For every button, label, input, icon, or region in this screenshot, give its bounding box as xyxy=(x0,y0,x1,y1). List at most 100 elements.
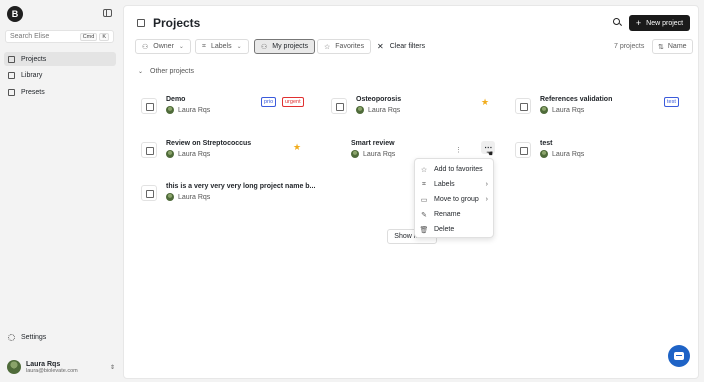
menu-item-label: Delete xyxy=(434,226,455,233)
sidebar-item-library[interactable]: Library xyxy=(4,68,116,82)
user-name: Laura Rqs xyxy=(26,360,61,368)
projects-icon xyxy=(8,55,15,63)
projects-title-icon xyxy=(137,19,145,27)
sidebar-item-label: Presets xyxy=(21,88,45,96)
sidebar-item-projects[interactable]: Projects xyxy=(4,52,116,66)
plus-icon: + xyxy=(635,18,642,28)
project-name: this is a very very very long project na… xyxy=(166,183,316,190)
project-owner: Laura Rqs xyxy=(540,106,584,114)
project-card[interactable]: this is a very very very long project na… xyxy=(141,181,315,207)
label-badge: urgent xyxy=(282,97,304,107)
main-panel: Projects + New project ⚇ Owner ⌄ ⌗ Label… xyxy=(123,5,699,379)
menu-item-label: Rename xyxy=(434,211,461,218)
star-outline-icon: ☆ xyxy=(324,43,331,51)
project-owner: Laura Rqs xyxy=(351,150,395,158)
project-name: Smart review xyxy=(351,140,395,147)
project-owner: Laura Rqs xyxy=(166,106,210,114)
favorites-filter-label: Favorites xyxy=(335,43,365,50)
chevron-updown-icon: ⇕ xyxy=(109,364,115,371)
new-project-label: New project xyxy=(646,19,684,27)
project-icon xyxy=(141,98,157,114)
project-icon xyxy=(515,142,531,158)
search-icon[interactable] xyxy=(613,18,623,27)
project-owner: Laura Rqs xyxy=(540,150,584,158)
my-projects-filter-label: My projects xyxy=(272,43,309,50)
menu-item-label: Add to favorites xyxy=(434,166,483,173)
project-count: 7 projects xyxy=(614,43,645,50)
menu-item-labels[interactable]: ⌗ Labels › xyxy=(419,178,491,191)
project-name: Osteoporosis xyxy=(356,96,402,103)
avatar xyxy=(351,150,359,158)
menu-item-label: Move to group xyxy=(434,196,479,203)
sidebar-item-presets[interactable]: Presets xyxy=(4,85,116,99)
sidebar-item-label: Projects xyxy=(21,55,47,63)
project-card[interactable]: test Laura Rqs xyxy=(515,138,685,164)
chevron-down-icon: ⌄ xyxy=(178,44,184,50)
project-card[interactable]: Review on Streptococcus Laura Rqs ★ xyxy=(141,138,311,164)
star-icon: ☆ xyxy=(420,166,428,174)
gear-icon xyxy=(8,333,15,341)
project-name: References validation xyxy=(540,96,613,103)
user-icon: ⚇ xyxy=(142,43,149,51)
chat-support-button[interactable] xyxy=(668,345,690,367)
project-card[interactable]: Demo Laura Rqs prio urgent xyxy=(141,94,308,120)
library-icon xyxy=(8,71,15,79)
project-card[interactable]: References validation Laura Rqs test xyxy=(515,94,685,120)
project-card[interactable]: Osteoporosis Laura Rqs ★ xyxy=(331,94,501,120)
avatar xyxy=(356,106,364,114)
group-toggle[interactable]: ⌄ Other projects xyxy=(138,68,194,75)
project-icon xyxy=(331,98,347,114)
favorite-star-icon[interactable]: ★ xyxy=(481,97,489,108)
label-badge: prio xyxy=(261,97,277,107)
clear-filters-button[interactable]: ✕ Clear filters xyxy=(377,39,425,54)
pencil-icon: ✎ xyxy=(421,211,427,219)
menu-item-add-to-favorites[interactable]: ☆ Add to favorites xyxy=(419,163,491,176)
owner-filter-label: Owner xyxy=(153,43,174,50)
project-context-menu: ☆ Add to favorites ⌗ Labels › ▭ Move to … xyxy=(414,158,494,238)
page-title: Projects xyxy=(153,16,201,30)
labels-filter-label: Labels xyxy=(210,43,232,50)
sort-label: Name xyxy=(667,43,687,50)
close-icon: ✕ xyxy=(377,42,384,51)
project-owner: Laura Rqs xyxy=(166,150,210,158)
sidebar-item-label: Library xyxy=(21,71,43,79)
labels-filter[interactable]: ⌗ Labels ⌄ xyxy=(195,39,249,54)
presets-icon xyxy=(8,88,15,96)
avatar xyxy=(166,150,174,158)
label-badge: test xyxy=(664,97,679,107)
owner-filter[interactable]: ⚇ Owner ⌄ xyxy=(135,39,191,54)
user-email: laura@biolevate.com xyxy=(26,367,78,374)
shortcut-key-k: K xyxy=(99,32,109,41)
project-name: Demo xyxy=(166,96,186,103)
chat-icon xyxy=(674,352,684,360)
project-icon xyxy=(515,98,531,114)
mouse-cursor-icon: ☚ xyxy=(486,149,494,158)
sidebar-item-settings[interactable]: Settings xyxy=(4,331,46,343)
chevron-down-icon: ⌄ xyxy=(138,69,144,75)
menu-item-rename[interactable]: ✎ Rename xyxy=(419,208,491,221)
user-menu[interactable]: Laura Rqs laura@biolevate.com ⇕ xyxy=(7,358,115,376)
avatar xyxy=(166,106,174,114)
avatar xyxy=(166,193,174,201)
user-icon: ⚇ xyxy=(261,43,268,51)
new-project-button[interactable]: + New project xyxy=(629,15,690,31)
sidebar: B Search Elise Cmd K Projects Library Pr… xyxy=(0,0,122,382)
sort-button[interactable]: ⇅ Name xyxy=(652,39,693,54)
menu-item-delete[interactable]: 🗑 Delete xyxy=(419,223,491,236)
my-projects-filter[interactable]: ⚇ My projects xyxy=(254,39,316,54)
search-placeholder: Search Elise xyxy=(10,33,50,40)
menu-item-move-to-group[interactable]: ▭ Move to group › xyxy=(419,193,491,206)
favorites-filter[interactable]: ☆ Favorites xyxy=(317,39,372,54)
chevron-down-icon: ⌄ xyxy=(236,44,242,50)
project-owner: Laura Rqs xyxy=(356,106,400,114)
favorite-star-icon[interactable]: ★ xyxy=(293,142,301,153)
search-input[interactable]: Search Elise Cmd K xyxy=(5,30,114,43)
sidebar-collapse-icon[interactable] xyxy=(103,9,112,17)
app-logo[interactable]: B xyxy=(7,6,23,22)
chevron-right-icon: › xyxy=(485,196,488,203)
tag-icon: ⌗ xyxy=(422,180,426,188)
project-name: test xyxy=(540,140,553,147)
project-icon xyxy=(141,142,157,158)
menu-item-label: Labels xyxy=(434,181,455,188)
tag-icon: ⌗ xyxy=(202,42,206,50)
